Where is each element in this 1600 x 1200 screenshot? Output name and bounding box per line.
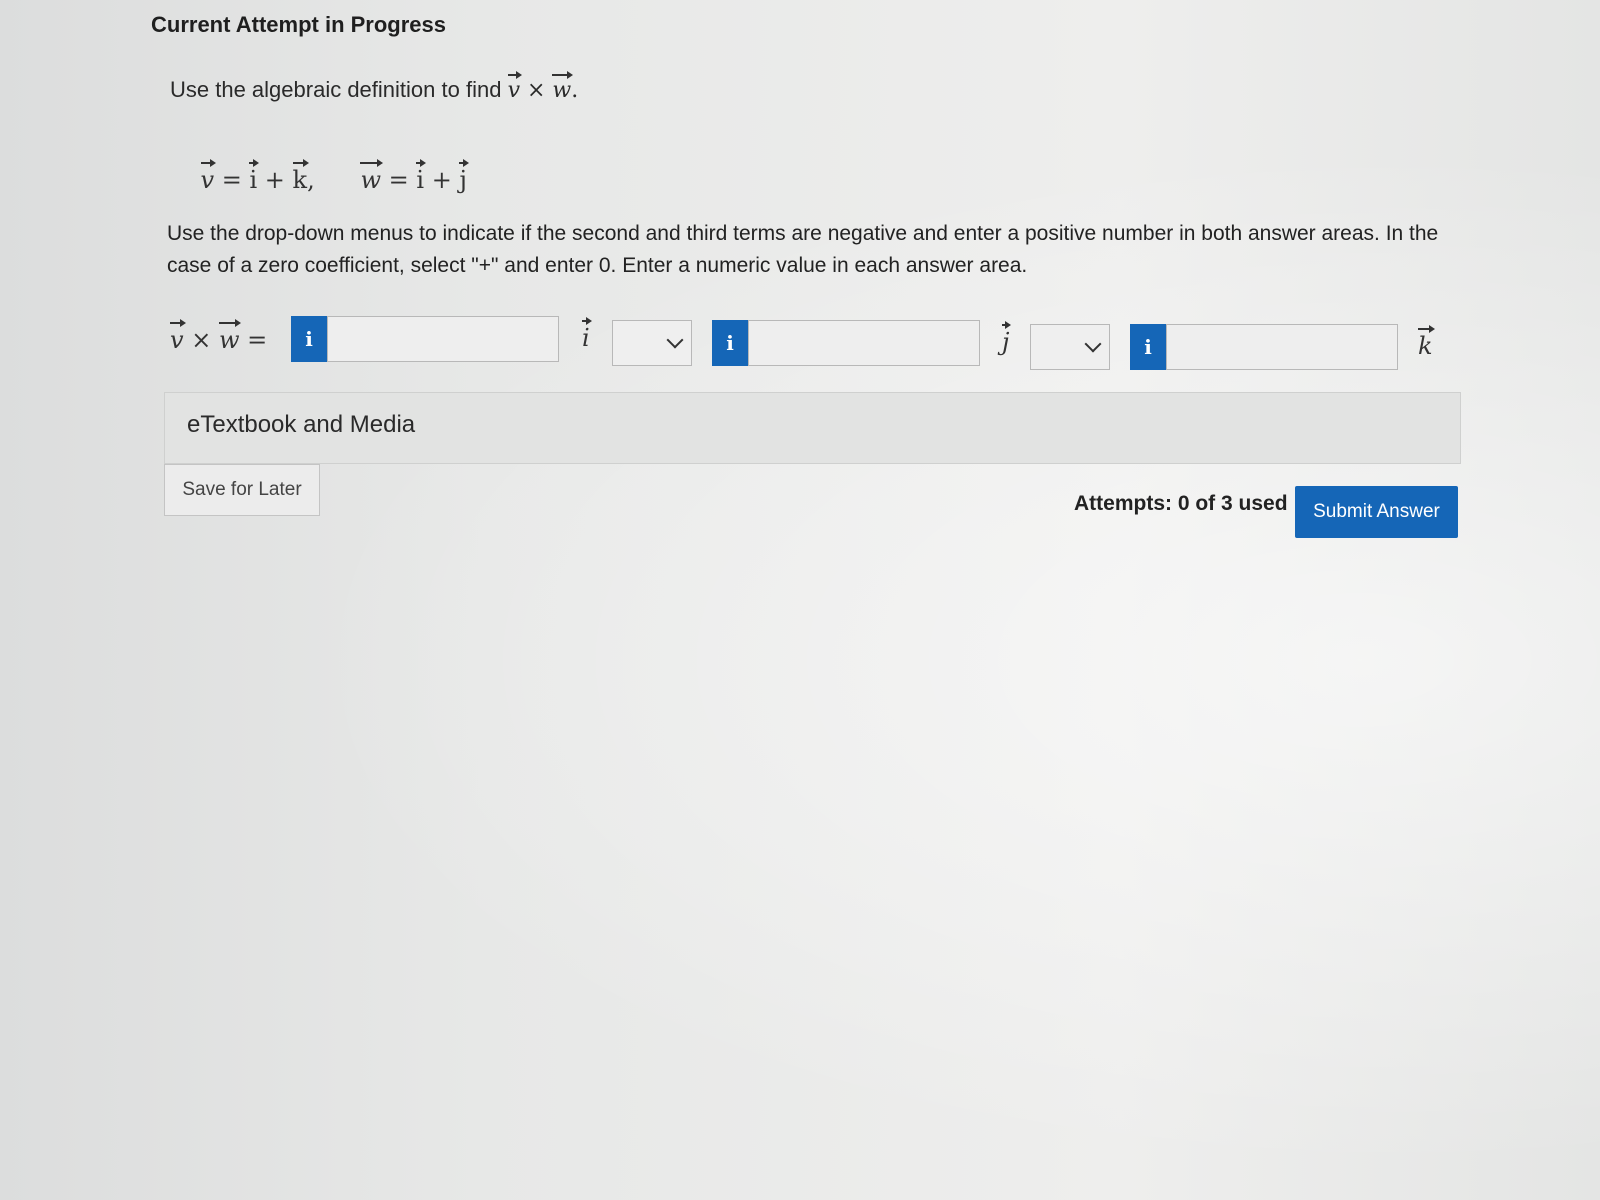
w-def-eq: = (381, 166, 417, 194)
sign-dropdown-2[interactable] (1030, 324, 1110, 370)
answer-input-j[interactable] (748, 320, 980, 366)
answer-input-i[interactable] (327, 316, 559, 362)
cross-symbol: × (520, 78, 553, 103)
info-icon-3[interactable]: i (1130, 324, 1166, 370)
attempt-status-title: Current Attempt in Progress (151, 12, 447, 37)
dropdown-instruction: Use the drop-down menus to indicate if t… (167, 222, 1439, 277)
answer-lhs: v × w = (170, 319, 275, 354)
v-def-name: v (200, 159, 216, 194)
answer-row: v × w = i i i j i k (170, 316, 1470, 370)
save-for-later-button[interactable]: Save for Later (164, 464, 320, 516)
question-instruction: Use the algebraic definition to find v ×… (170, 71, 579, 103)
lhs-cross: × (183, 326, 219, 354)
etextbook-media-panel[interactable]: eTextbook and Media (164, 392, 1461, 464)
instruction-prefix: Use the algebraic definition to find (170, 77, 502, 102)
lhs-v: v (170, 319, 186, 354)
etextbook-media-label: eTextbook and Media (187, 411, 416, 438)
v-def-term1: i (249, 159, 259, 194)
assignment-page: Current Attempt in Progress Use the alge… (0, 0, 1600, 1200)
w-definition: w = i + j (360, 159, 470, 194)
w-def-name: w (360, 159, 383, 194)
v-def-comma: , (307, 166, 315, 194)
w-def-plus: + (424, 166, 460, 194)
chevron-down-icon (666, 331, 684, 349)
instruction-period: . (571, 78, 579, 103)
v-def-plus: + (257, 166, 293, 194)
info-icon-1[interactable]: i (291, 316, 327, 362)
lhs-eq: = (239, 326, 275, 354)
instruction-math: v × w. (507, 71, 579, 103)
v-def-eq: = (214, 166, 250, 194)
vector-definitions: v = i + k, w = i + j (170, 132, 470, 222)
v-def-term2: k (292, 159, 309, 194)
chevron-down-icon (1084, 335, 1102, 353)
w-def-term2: j (459, 159, 470, 194)
w-def-term1: i (416, 159, 426, 194)
unit-k: k (1418, 325, 1435, 360)
attempts-counter: Attempts: 0 of 3 used (1074, 492, 1288, 515)
vector-v-symbol: v (507, 71, 523, 103)
lhs-w: w (218, 319, 241, 354)
answer-input-k[interactable] (1166, 324, 1398, 370)
submit-answer-button[interactable]: Submit Answer (1295, 486, 1458, 538)
sign-dropdown-1[interactable] (612, 320, 692, 366)
unit-j: j (1002, 321, 1013, 356)
vector-w-symbol: w (552, 71, 574, 103)
v-definition: v = i + k, (200, 159, 315, 194)
unit-i: i (582, 317, 592, 352)
info-icon-2[interactable]: i (712, 320, 748, 366)
